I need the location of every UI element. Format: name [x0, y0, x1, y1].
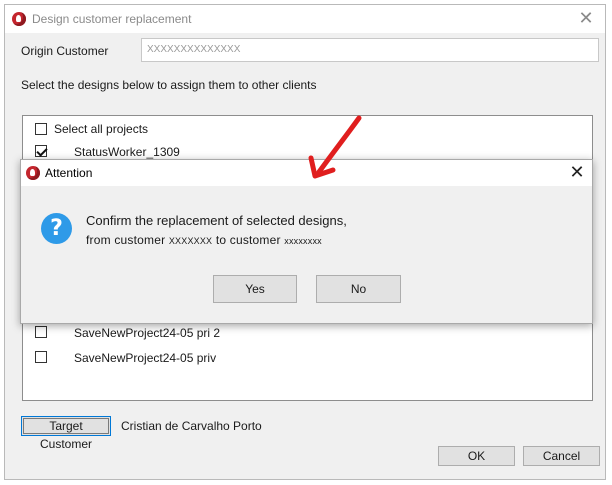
- select-all-label: Select all projects: [54, 122, 149, 136]
- cancel-button[interactable]: Cancel: [523, 446, 600, 466]
- window-title: Design customer replacement: [32, 12, 192, 26]
- app-logo-icon: [12, 12, 26, 26]
- list-item-label: SaveNewProject24-05 pri 2: [74, 326, 221, 340]
- list-item-checkbox[interactable]: [35, 145, 47, 157]
- app-logo-icon: [26, 166, 40, 180]
- source-customer-name: XXXXXXX: [168, 236, 213, 246]
- target-customer-value: Cristian de Carvalho Porto: [121, 419, 262, 433]
- dialog-message-line1: Confirm the replacement of selected desi…: [86, 213, 347, 228]
- list-item-checkbox[interactable]: [35, 351, 47, 363]
- instructions-text: Select the designs below to assign them …: [21, 78, 317, 92]
- list-item[interactable]: SaveNewProject24-05 pri 2: [23, 323, 592, 343]
- ok-button[interactable]: OK: [438, 446, 515, 466]
- close-icon[interactable]: ✕: [566, 162, 588, 184]
- list-item[interactable]: SaveNewProject24-05 priv: [23, 348, 592, 368]
- list-item-checkbox[interactable]: [35, 326, 47, 338]
- title-bar: Design customer replacement ✕: [5, 5, 605, 33]
- no-button[interactable]: No: [316, 275, 401, 303]
- select-all-checkbox[interactable]: [35, 123, 47, 135]
- list-item-label: StatusWorker_1309: [74, 145, 180, 159]
- dialog-title: Attention: [45, 166, 93, 180]
- target-customer-name: xxxxxxxx: [284, 236, 322, 246]
- list-item-label: SaveNewProject24-05 priv: [74, 351, 217, 365]
- question-icon: ?: [41, 213, 72, 244]
- red-arrow-annotation: [308, 115, 362, 179]
- origin-customer-label: Origin Customer: [21, 44, 109, 58]
- message-middle: to customer: [215, 233, 281, 247]
- dialog-message-line2: from customer XXXXXXX to customer xxxxxx…: [86, 233, 322, 247]
- origin-customer-field[interactable]: XXXXXXXXXXXXXX: [141, 38, 599, 62]
- target-customer-button[interactable]: Target Customer: [21, 416, 111, 451]
- message-prefix: from customer: [86, 233, 166, 247]
- close-icon[interactable]: ✕: [575, 8, 597, 30]
- yes-button[interactable]: Yes: [213, 275, 297, 303]
